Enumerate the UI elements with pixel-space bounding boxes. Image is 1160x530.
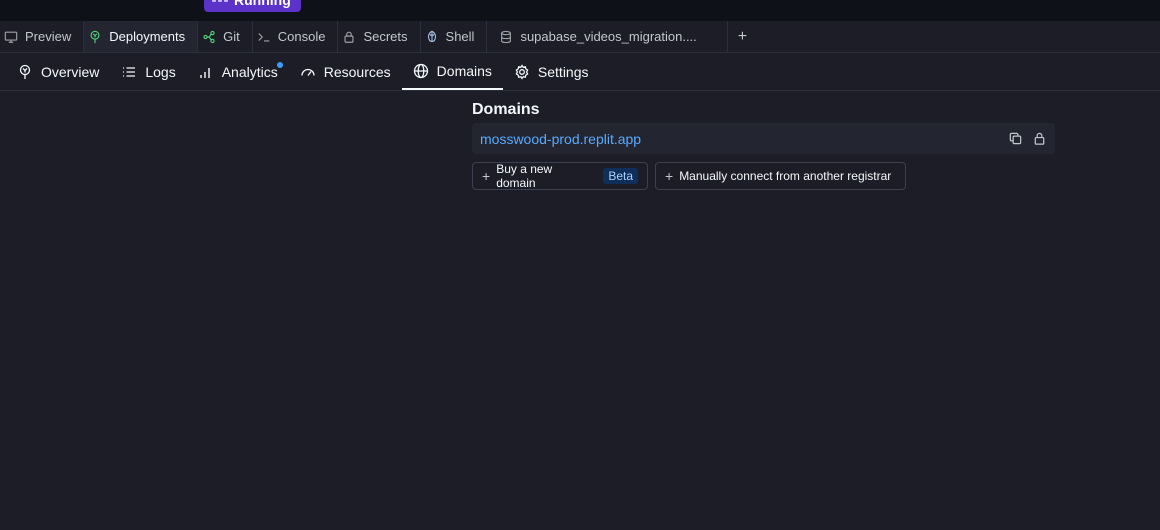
subnav-resources[interactable]: Resources bbox=[289, 53, 402, 90]
running-status-badge[interactable]: Running bbox=[204, 0, 301, 12]
lock-icon bbox=[1031, 131, 1047, 147]
tab-deployments[interactable]: Deployments bbox=[84, 21, 199, 52]
copy-icon[interactable] bbox=[1007, 131, 1023, 147]
subnav-label: Resources bbox=[323, 63, 391, 80]
domain-actions bbox=[1007, 131, 1047, 147]
running-icon bbox=[212, 0, 228, 2]
git-icon bbox=[202, 30, 216, 44]
top-strip: Running bbox=[0, 0, 1160, 21]
buy-domain-button[interactable]: + Buy a new domain Beta bbox=[472, 162, 648, 190]
tab-label: Preview bbox=[25, 29, 72, 44]
subnav-analytics[interactable]: Analytics bbox=[187, 53, 289, 90]
subnav-domains[interactable]: Domains bbox=[401, 53, 503, 90]
tab-database-file[interactable]: supabase_videos_migration.... bbox=[487, 21, 728, 52]
gear-icon bbox=[514, 63, 530, 80]
workspace-tabs: Preview Deployments Git Console Secrets … bbox=[0, 21, 1160, 53]
tab-label: Shell bbox=[445, 29, 475, 44]
notification-dot bbox=[276, 62, 283, 68]
domain-link[interactable]: mosswood-prod.replit.app bbox=[480, 131, 641, 147]
beta-badge: Beta bbox=[603, 168, 638, 184]
list-icon bbox=[121, 64, 137, 80]
deployments-icon bbox=[88, 30, 102, 44]
plus-icon: + bbox=[482, 168, 491, 184]
monitor-icon bbox=[4, 30, 18, 44]
tab-label: Console bbox=[277, 29, 326, 44]
deployments-icon bbox=[17, 64, 33, 80]
gauge-icon bbox=[300, 64, 316, 80]
connect-registrar-button[interactable]: + Manually connect from another registra… bbox=[655, 162, 906, 190]
tab-preview[interactable]: Preview bbox=[0, 21, 85, 52]
tab-shell[interactable]: Shell bbox=[421, 21, 488, 52]
tab-label: Deployments bbox=[109, 29, 186, 44]
plus-icon: + bbox=[737, 27, 748, 45]
tab-label: supabase_videos_migration.... bbox=[520, 29, 697, 44]
buy-domain-label: Buy a new domain bbox=[496, 162, 553, 190]
subnav-label: Overview bbox=[41, 63, 100, 80]
subnav-logs[interactable]: Logs bbox=[110, 53, 186, 90]
tab-secrets[interactable]: Secrets bbox=[338, 21, 421, 52]
subnav-settings[interactable]: Settings bbox=[503, 53, 600, 90]
tab-git[interactable]: Git bbox=[198, 21, 253, 52]
bar-chart-icon bbox=[198, 64, 214, 80]
running-label: Running bbox=[234, 0, 291, 8]
tab-label: Git bbox=[223, 29, 240, 44]
subnav-label: Domains bbox=[436, 62, 492, 79]
add-tab-button[interactable]: + bbox=[728, 21, 757, 52]
domains-heading: Domains bbox=[472, 101, 540, 118]
plus-icon: + bbox=[665, 168, 674, 184]
tab-label: Secrets bbox=[363, 29, 408, 44]
tab-console[interactable]: Console bbox=[253, 21, 339, 52]
deployment-subnav: Overview Logs Analytics Resources Domain… bbox=[0, 53, 1160, 91]
database-icon bbox=[499, 30, 513, 44]
terminal-icon bbox=[257, 30, 271, 44]
connect-registrar-label: Manually connect from another registrar bbox=[679, 169, 892, 183]
lock-icon bbox=[342, 30, 356, 44]
subnav-label: Logs bbox=[145, 63, 176, 80]
subnav-overview[interactable]: Overview bbox=[6, 53, 110, 90]
domain-row: mosswood-prod.replit.app bbox=[472, 123, 1055, 154]
subnav-label: Analytics bbox=[221, 63, 278, 80]
subnav-label: Settings bbox=[537, 63, 589, 80]
globe-icon bbox=[413, 63, 429, 79]
shell-icon bbox=[425, 30, 439, 44]
